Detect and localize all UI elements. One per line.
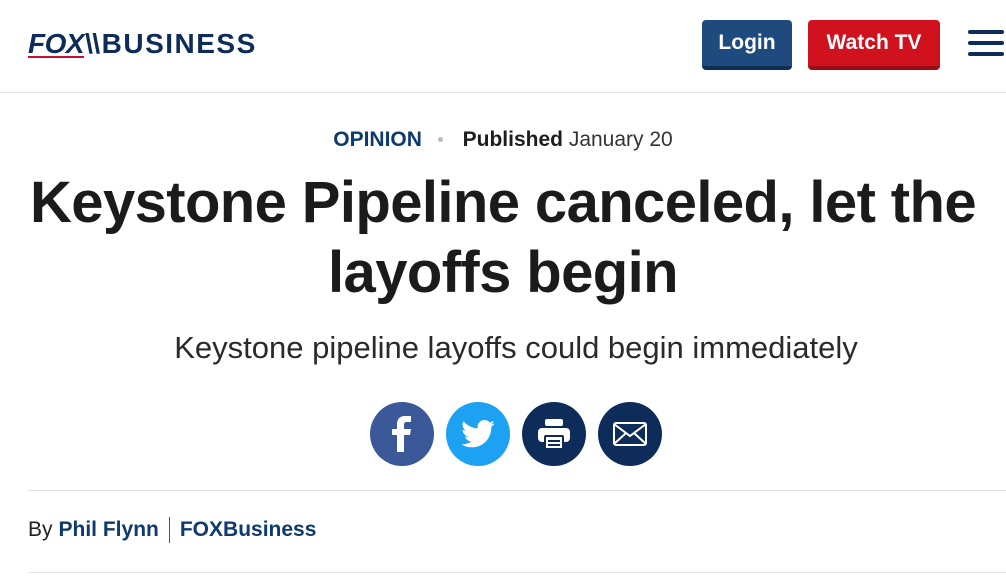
- login-button[interactable]: Login: [702, 20, 792, 70]
- facebook-icon: [392, 416, 411, 452]
- hamburger-menu-icon[interactable]: [968, 30, 1004, 56]
- divider-top: [28, 490, 1006, 491]
- watch-tv-button[interactable]: Watch TV: [808, 20, 940, 70]
- author-link[interactable]: Phil Flynn: [59, 516, 159, 544]
- twitter-share-button[interactable]: [446, 402, 510, 466]
- article-headline: Keystone Pipeline canceled, let the layo…: [30, 170, 977, 305]
- email-icon: [613, 422, 647, 446]
- article-subheadline: Keystone pipeline layoffs could begin im…: [174, 330, 858, 365]
- print-button[interactable]: [522, 402, 586, 466]
- logo-business-text: BUSINESS: [101, 28, 257, 59]
- logo-fox-text: FOX: [28, 28, 85, 59]
- twitter-icon: [461, 420, 495, 448]
- email-share-button[interactable]: [598, 402, 662, 466]
- published-date: January 20: [568, 128, 673, 151]
- logo-slashes: \\: [85, 28, 100, 59]
- byline-prefix: By: [28, 518, 53, 541]
- divider-bottom: [28, 572, 1006, 573]
- meta-separator-dot: [437, 136, 443, 142]
- category-link[interactable]: OPINION: [333, 128, 422, 151]
- print-icon: [538, 419, 570, 450]
- published-label: Published: [462, 128, 563, 151]
- fox-business-logo[interactable]: FOX \\ BUSINESS: [28, 26, 257, 58]
- article-meta: OPINION Published January 20: [0, 126, 1006, 154]
- byline: By Phil Flynn FOXBusiness: [28, 516, 316, 544]
- byline-separator: [168, 517, 170, 543]
- share-buttons: [370, 402, 662, 466]
- source-link[interactable]: FOXBusiness: [180, 516, 317, 544]
- facebook-share-button[interactable]: [370, 402, 434, 466]
- site-header: FOX \\ BUSINESS Login Watch TV: [0, 0, 1006, 93]
